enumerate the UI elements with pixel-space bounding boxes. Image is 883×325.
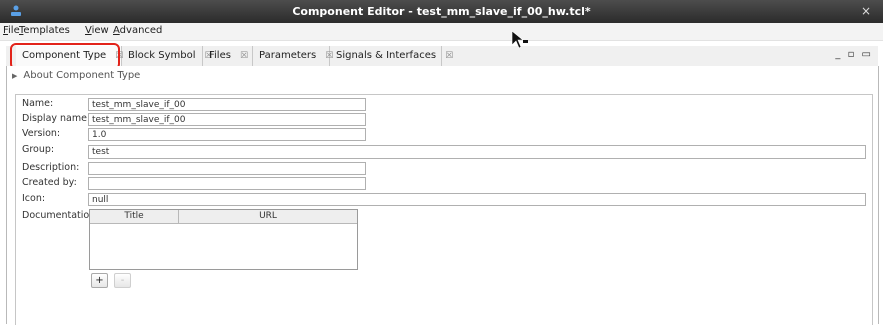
expand-arrow-icon[interactable]: ▶: [12, 72, 17, 80]
version-label: Version:: [22, 128, 61, 139]
tab-label: Block Symbol: [128, 50, 196, 61]
icon-field[interactable]: null: [88, 193, 866, 206]
tab-label: Files: [209, 50, 231, 61]
remove-button[interactable]: -: [114, 273, 131, 288]
tab-parameters[interactable]: Parameters ☒: [253, 46, 333, 66]
title-bar: Component Editor - test_mm_slave_if_00_h…: [0, 0, 883, 23]
display-name-field[interactable]: test_mm_slave_if_00: [88, 113, 366, 126]
menu-file[interactable]: File: [3, 25, 20, 36]
name-label: Name:: [22, 98, 54, 109]
tab-close-icon[interactable]: ☒: [240, 51, 248, 61]
panel-window-controls[interactable]: _ ▫ ▭: [835, 49, 873, 60]
group-label: Group:: [22, 144, 55, 155]
tab-label: Parameters: [259, 50, 317, 61]
description-field[interactable]: [88, 162, 366, 175]
documentation-table[interactable]: Title URL: [89, 209, 358, 270]
documentation-label: Documentation:: [22, 210, 99, 221]
tab-block-symbol[interactable]: Block Symbol ☒: [122, 46, 213, 66]
mouse-cursor-icon: [511, 30, 528, 49]
tab-label: Signals & Interfaces: [336, 50, 437, 61]
tab-files[interactable]: Files ☒: [203, 46, 253, 66]
created-by-field[interactable]: [88, 177, 366, 190]
menu-advanced[interactable]: Advanced: [113, 25, 162, 36]
menu-templates[interactable]: Templates: [19, 25, 70, 36]
close-icon[interactable]: ×: [861, 4, 871, 18]
menu-view[interactable]: View: [85, 25, 109, 36]
created-by-label: Created by:: [22, 177, 77, 188]
about-label: About Component Type: [23, 70, 141, 81]
tab-bar: Component Type ☒ Block Symbol ☒ Files ☒ Par…: [6, 46, 878, 67]
column-header-url[interactable]: URL: [179, 210, 357, 223]
tab-close-icon[interactable]: ☒: [445, 51, 453, 61]
table-header: Title URL: [90, 210, 357, 224]
description-label: Description:: [22, 162, 80, 173]
column-header-title[interactable]: Title: [90, 210, 179, 223]
add-button[interactable]: +: [91, 273, 108, 288]
version-field[interactable]: 1.0: [88, 128, 366, 141]
name-field[interactable]: test_mm_slave_if_00: [88, 98, 366, 111]
menu-bar: File Templates View Advanced: [0, 23, 883, 41]
icon-label: Icon:: [22, 193, 46, 204]
tab-signals-interfaces[interactable]: Signals & Interfaces ☒: [330, 46, 453, 66]
display-name-label: Display name:: [22, 113, 91, 124]
group-field[interactable]: test: [88, 145, 866, 159]
window-title: Component Editor - test_mm_slave_if_00_h…: [292, 5, 591, 18]
about-component-type[interactable]: ▶ About Component Type: [12, 70, 140, 81]
